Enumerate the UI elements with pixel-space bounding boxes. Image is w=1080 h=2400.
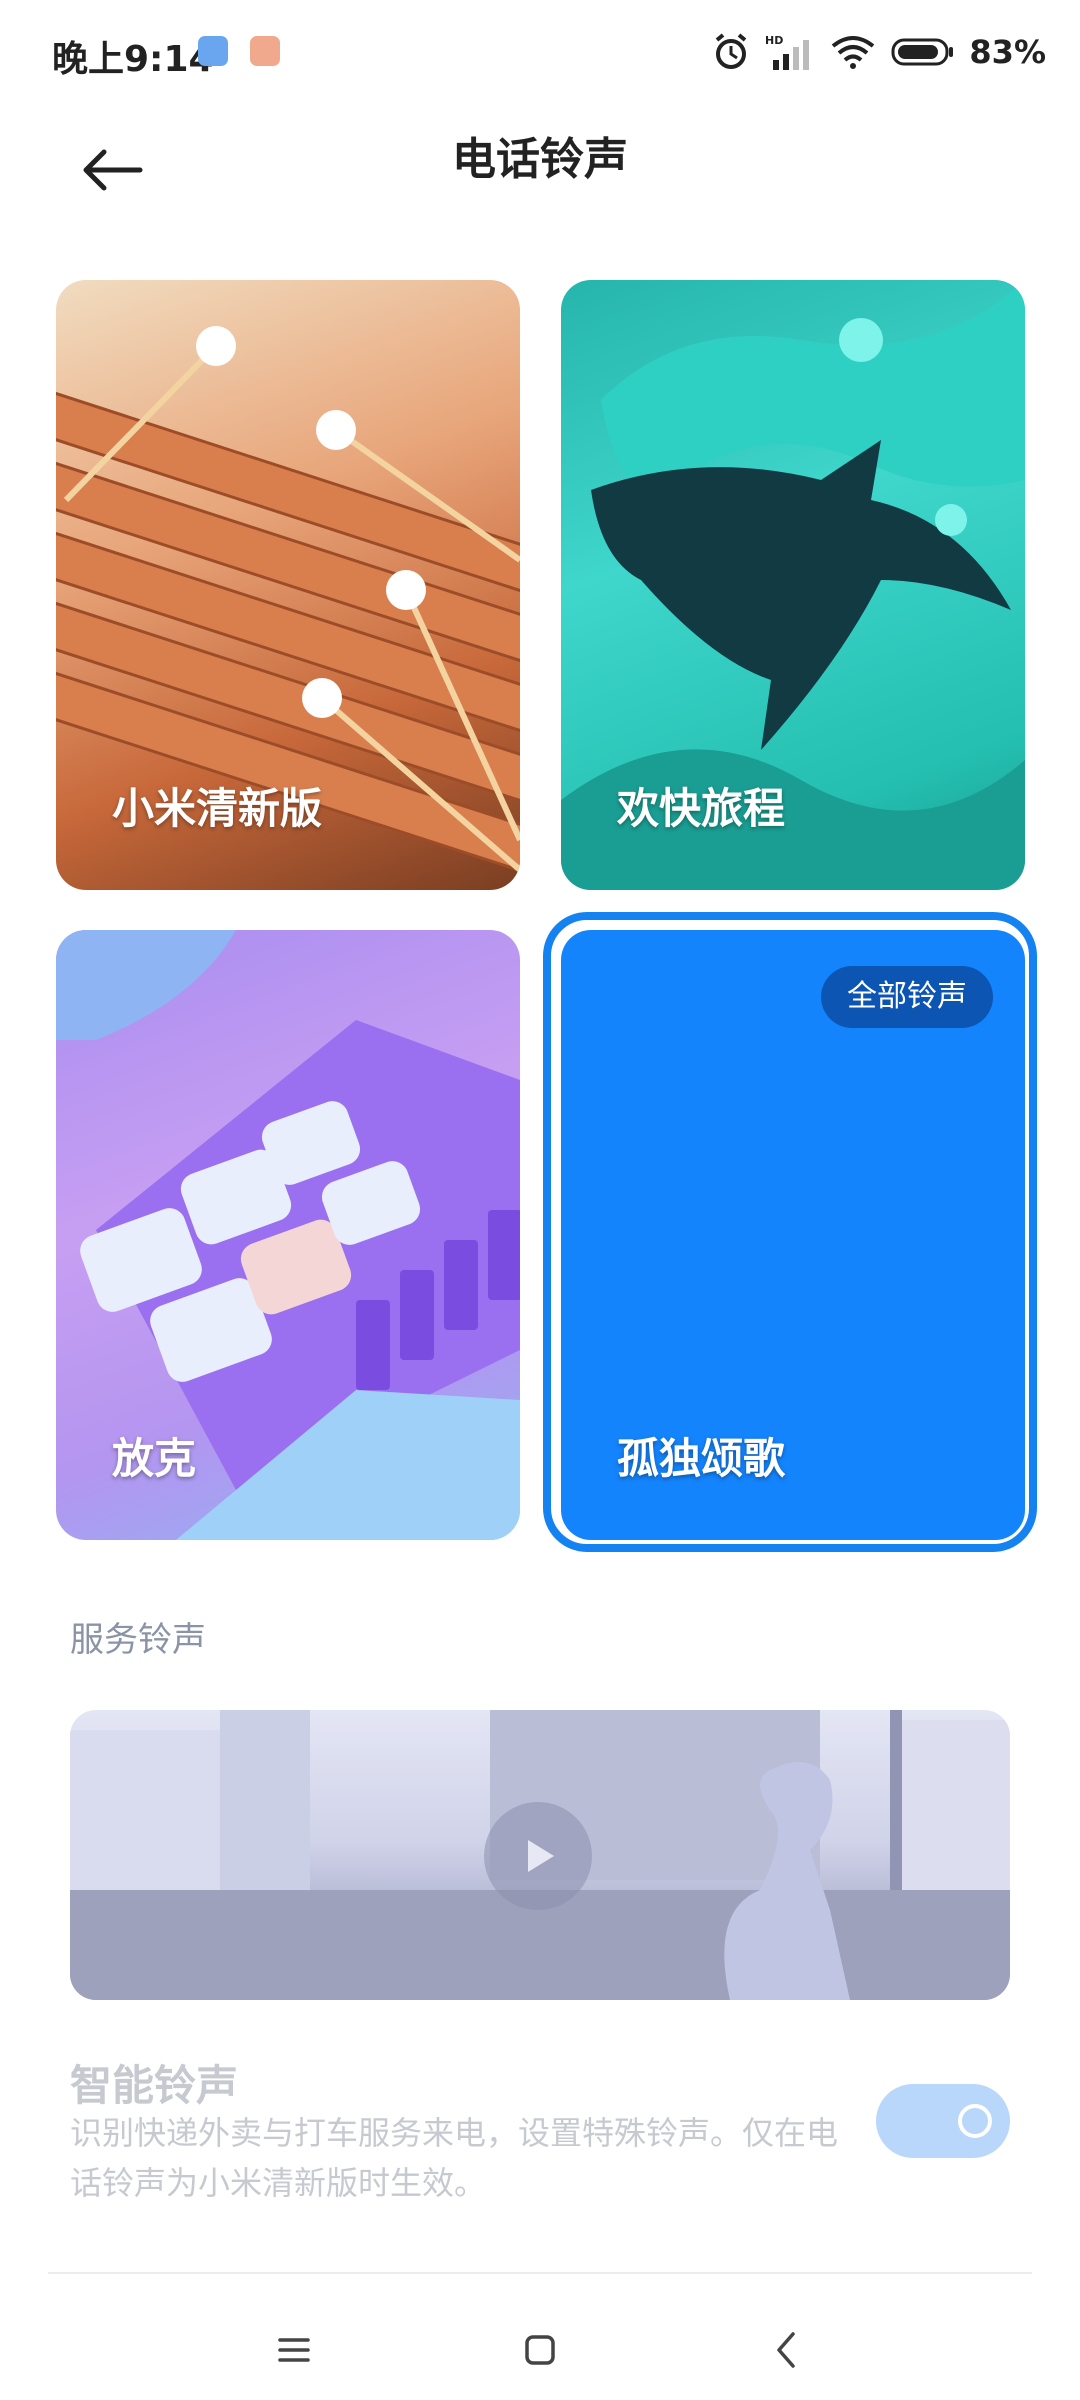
wifi-icon xyxy=(832,36,875,69)
service-section-label: 服务铃声 xyxy=(70,1620,206,1660)
smart-ringtone-toggle[interactable] xyxy=(876,2084,1010,2158)
battery-percent: 83% xyxy=(969,33,1046,71)
toggle-knob xyxy=(958,2104,992,2138)
smart-ringtone-description: 识别快递外卖与打车服务来电，设置特殊铃声。仅在电话铃声为小米清新版时生效。 xyxy=(70,2114,839,2202)
status-time: 晚上9:14 xyxy=(52,39,214,80)
home-button[interactable] xyxy=(500,2310,580,2390)
ringtone-card-ode[interactable]: 全部铃声 孤独颂歌 xyxy=(561,930,1025,1540)
play-icon xyxy=(528,1840,554,1872)
service-ringtone-banner[interactable] xyxy=(70,1710,1010,2000)
page-title: 电话铃声 xyxy=(452,134,628,185)
status-icons: HD 83% xyxy=(711,30,1046,74)
battery-icon xyxy=(891,38,954,66)
status-bar: 晚上9:14 HD 83% xyxy=(0,0,1080,104)
smart-ringtone-title: 智能铃声 xyxy=(70,2061,239,2110)
ringtone-title: 小米清新版 xyxy=(112,784,323,833)
back-button[interactable] xyxy=(72,130,152,210)
back-nav-button[interactable] xyxy=(746,2310,826,2390)
shield-app-icon xyxy=(250,36,280,66)
recents-button[interactable] xyxy=(254,2310,334,2390)
system-nav-bar xyxy=(0,2290,1080,2400)
ringtone-card-shark[interactable]: 欢快旅程 xyxy=(561,280,1025,890)
ringtone-card-xylophone[interactable]: 小米清新版 xyxy=(56,280,520,890)
all-ringtones-button[interactable]: 全部铃声 xyxy=(821,966,993,1028)
menu-icon xyxy=(278,2338,310,2362)
divider xyxy=(48,2272,1032,2274)
alarm-icon xyxy=(716,33,747,69)
ringtone-title: 放克 xyxy=(112,1434,197,1483)
chat-app-icon xyxy=(198,36,228,66)
play-button[interactable] xyxy=(484,1802,592,1910)
hd-signal-icon: HD xyxy=(765,34,810,70)
back-icon xyxy=(777,2332,795,2368)
ringtone-title: 孤独颂歌 xyxy=(617,1434,786,1483)
ringtone-card-funk[interactable]: 放克 xyxy=(56,930,520,1540)
arrow-left-icon xyxy=(83,149,143,191)
home-icon xyxy=(525,2335,555,2365)
svg-text:HD: HD xyxy=(765,34,783,47)
ringtone-title: 欢快旅程 xyxy=(617,784,786,833)
